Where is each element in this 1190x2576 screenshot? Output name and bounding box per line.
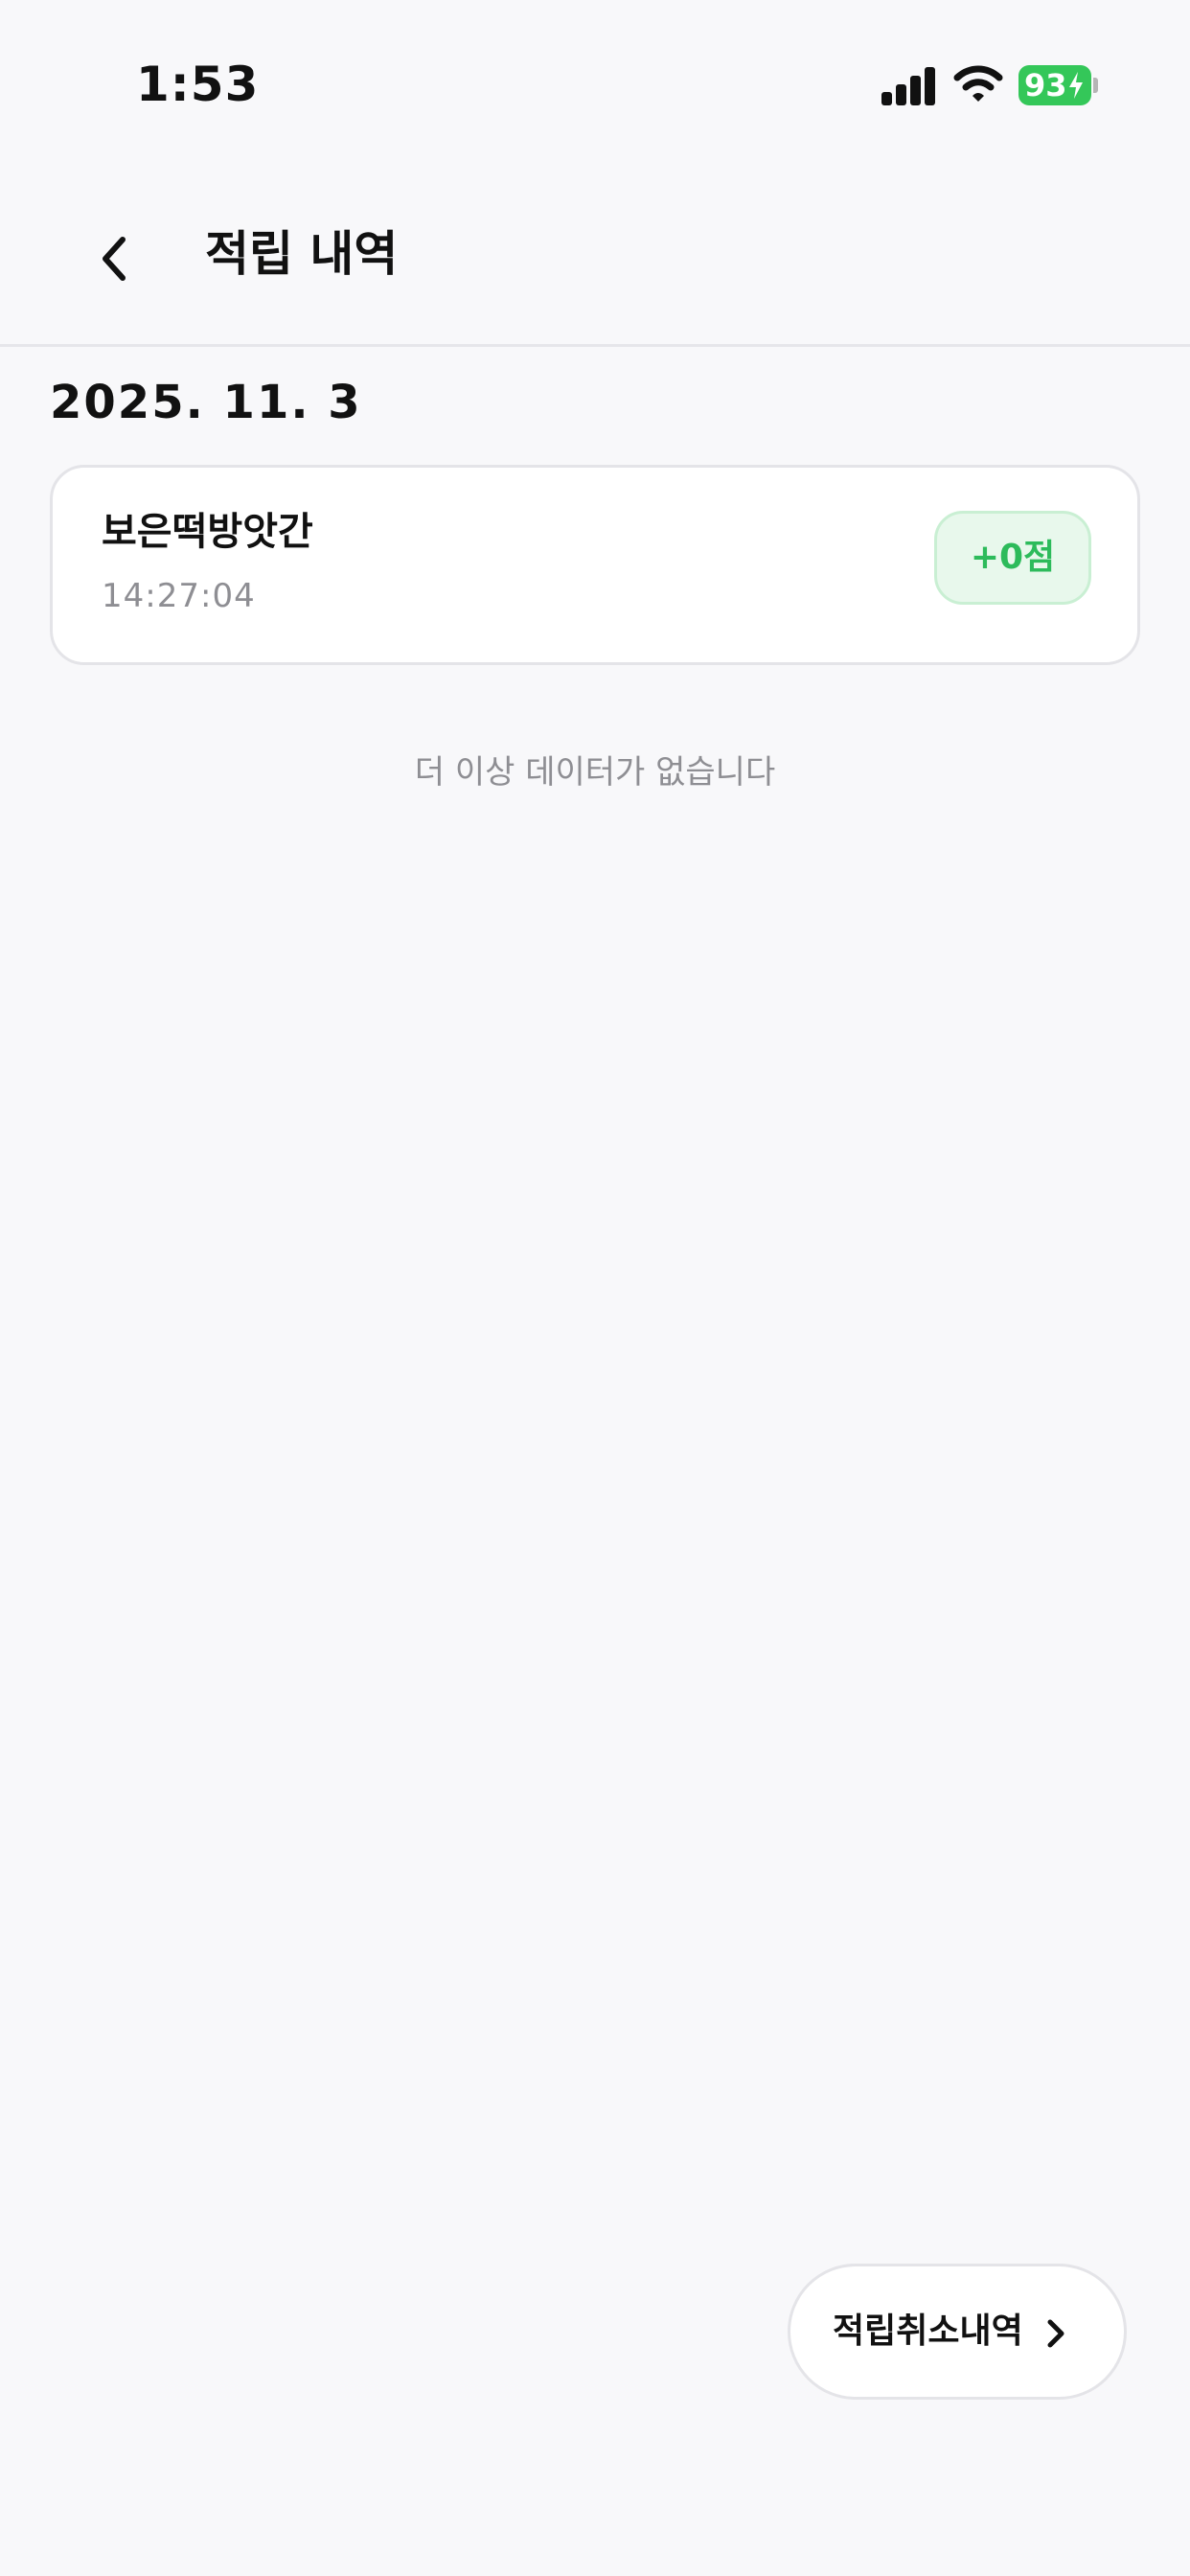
history-time: 14:27:04 (102, 577, 256, 615)
cellular-signal-icon (881, 67, 937, 105)
cancel-history-button[interactable]: 적립취소내역 (788, 2264, 1127, 2400)
chevron-right-icon (1047, 2319, 1064, 2348)
battery-level: 93 (1024, 67, 1067, 104)
status-time: 1:53 (136, 57, 260, 112)
page-header: 적립 내역 (0, 153, 1190, 347)
page-title: 적립 내역 (205, 226, 399, 282)
wifi-icon (953, 65, 1003, 102)
back-button[interactable] (88, 228, 142, 289)
cancel-history-label: 적립취소내역 (833, 2312, 1023, 2351)
no-more-data-message: 더 이상 데이터가 없습니다 (414, 753, 776, 792)
history-store-name: 보은떡방앗간 (102, 510, 313, 554)
history-date-heading: 2025. 11. 3 (50, 376, 362, 429)
status-bar: 1:53 93 (0, 0, 1190, 153)
points-badge: +0점 (934, 511, 1091, 605)
home-indicator-space (0, 2538, 1190, 2576)
charging-bolt-icon (1068, 72, 1083, 99)
history-item-card[interactable]: 보은떡방앗간 14:27:04 +0점 (50, 465, 1140, 665)
battery-icon: 93 (1018, 65, 1091, 105)
chevron-left-icon (103, 237, 126, 281)
battery-tip (1093, 78, 1098, 93)
